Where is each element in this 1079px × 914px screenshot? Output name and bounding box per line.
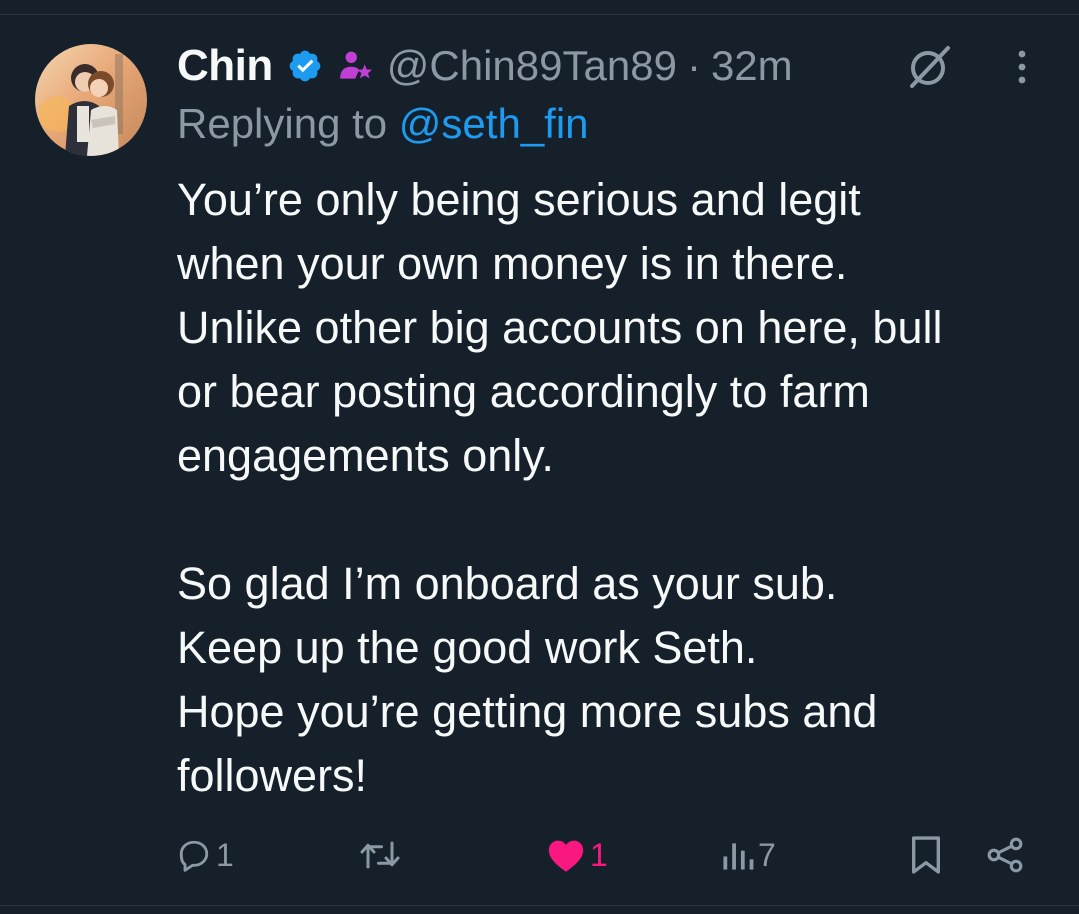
reply-button[interactable]: 1 (176, 830, 234, 880)
tweet-header: Chin @Chin89Tan89 · 32m (177, 38, 793, 94)
author-display-name[interactable]: Chin (177, 41, 273, 91)
retweet-icon (360, 841, 400, 869)
bookmark-button[interactable] (910, 830, 942, 880)
reply-icon (179, 840, 209, 872)
subscriber-badge-icon[interactable] (337, 47, 375, 85)
paragraph-break (177, 488, 1057, 552)
tweet-text-line: Keep up the good work Seth. (177, 622, 758, 673)
views-button[interactable]: 7 (722, 830, 776, 880)
replying-to-line: Replying to @seth_fin (177, 100, 589, 148)
tweet-text-line: So glad I’m onboard as your sub. (177, 558, 838, 609)
tweet-text-line: followers! (177, 750, 368, 801)
bottom-divider (0, 905, 1079, 906)
tweet-text-line: You’re only being serious and legit (177, 174, 861, 225)
avatar[interactable] (35, 44, 147, 156)
replying-to-mention[interactable]: @seth_fin (399, 100, 589, 147)
reply-count: 1 (216, 836, 234, 873)
tweet-text-line: or bear posting accordingly to farm (177, 366, 870, 417)
author-handle[interactable]: @Chin89Tan89 (387, 42, 677, 90)
tweet-text-line: engagements only. (177, 430, 554, 481)
tweet-text-line: Unlike other big accounts on here, bull (177, 302, 943, 353)
view-count: 7 (758, 836, 776, 873)
tweet-text-line: Hope you’re getting more subs and (177, 686, 878, 737)
share-icon (987, 837, 1023, 873)
views-icon (723, 843, 754, 870)
like-button[interactable]: 1 (546, 830, 608, 880)
retweet-button[interactable] (358, 830, 406, 880)
top-divider (0, 14, 1079, 15)
verified-badge-icon[interactable] (287, 48, 323, 84)
grok-icon[interactable] (904, 44, 954, 90)
bookmark-icon (912, 836, 941, 874)
tweet-action-bar: 1 1 7 (0, 830, 1079, 880)
replying-to-label: Replying to (177, 100, 399, 147)
share-button[interactable] (986, 830, 1024, 880)
tweet-timestamp[interactable]: 32m (711, 42, 793, 90)
tweet-text-line: when your own money is in there. (177, 238, 848, 289)
tweet-text: You’re only being serious and legit when… (177, 168, 1057, 808)
like-count: 1 (590, 836, 608, 873)
dot-separator: · (686, 42, 701, 89)
more-options-icon[interactable] (1008, 48, 1036, 86)
heart-icon (548, 840, 584, 872)
